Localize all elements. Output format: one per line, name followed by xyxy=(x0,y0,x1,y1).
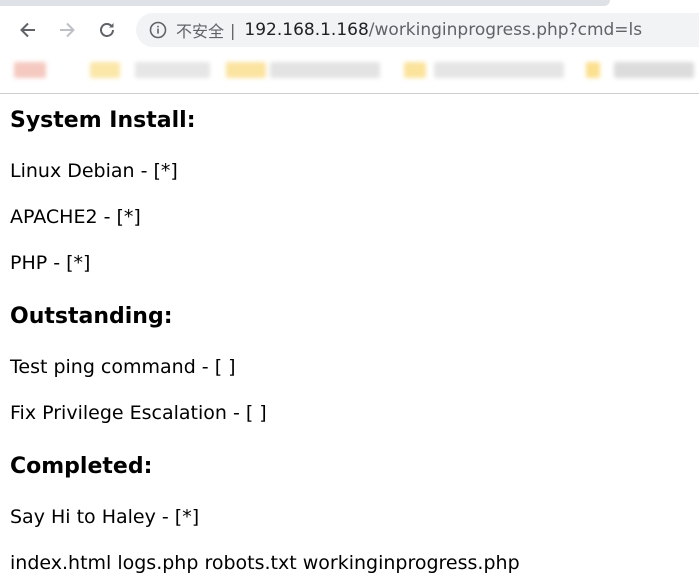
address-bar[interactable]: 不安全 | 192.168.1.168/workinginprogress.ph… xyxy=(136,13,699,47)
reload-button[interactable] xyxy=(93,16,121,44)
url-host[interactable]: 192.168.1.168 xyxy=(244,20,368,40)
bookmark-item[interactable] xyxy=(270,62,380,78)
back-button[interactable] xyxy=(14,16,42,44)
bookmark-item[interactable] xyxy=(90,62,120,78)
browser-chrome: 不安全 | 192.168.1.168/workinginprogress.ph… xyxy=(0,0,699,94)
outstanding-item-ping: Test ping command - [ ] xyxy=(10,356,236,378)
bookmark-item[interactable] xyxy=(586,62,600,78)
install-item-php: PHP - [*] xyxy=(10,252,91,274)
tab-strip xyxy=(0,0,610,6)
security-label[interactable]: 不安全 xyxy=(176,18,224,42)
bookmark-item[interactable] xyxy=(404,62,426,78)
install-item-linux: Linux Debian - [*] xyxy=(10,160,178,182)
bookmark-item[interactable] xyxy=(614,62,694,78)
bookmark-item[interactable] xyxy=(434,62,564,78)
bookmark-item[interactable] xyxy=(226,62,266,78)
section-heading-completed: Completed: xyxy=(10,454,153,479)
forward-button[interactable] xyxy=(53,16,81,44)
bookmark-item[interactable] xyxy=(135,62,210,78)
back-arrow-icon xyxy=(20,22,35,38)
outstanding-item-privesc: Fix Privilege Escalation - [ ] xyxy=(10,402,267,424)
info-icon[interactable] xyxy=(149,21,167,39)
bookmark-item[interactable] xyxy=(14,62,46,78)
completed-item-haley: Say Hi to Haley - [*] xyxy=(10,506,200,528)
command-output: index.html logs.php robots.txt workingin… xyxy=(10,552,520,574)
section-heading-outstanding: Outstanding: xyxy=(10,304,173,329)
omnibox-separator: | xyxy=(230,20,236,40)
section-heading-system-install: System Install: xyxy=(10,108,196,133)
forward-arrow-icon xyxy=(60,22,75,38)
url-path[interactable]: /workinginprogress.php?cmd=ls xyxy=(369,20,642,40)
bookmarks-bar xyxy=(0,56,699,84)
reload-icon xyxy=(100,23,114,37)
install-item-apache: APACHE2 - [*] xyxy=(10,206,141,228)
